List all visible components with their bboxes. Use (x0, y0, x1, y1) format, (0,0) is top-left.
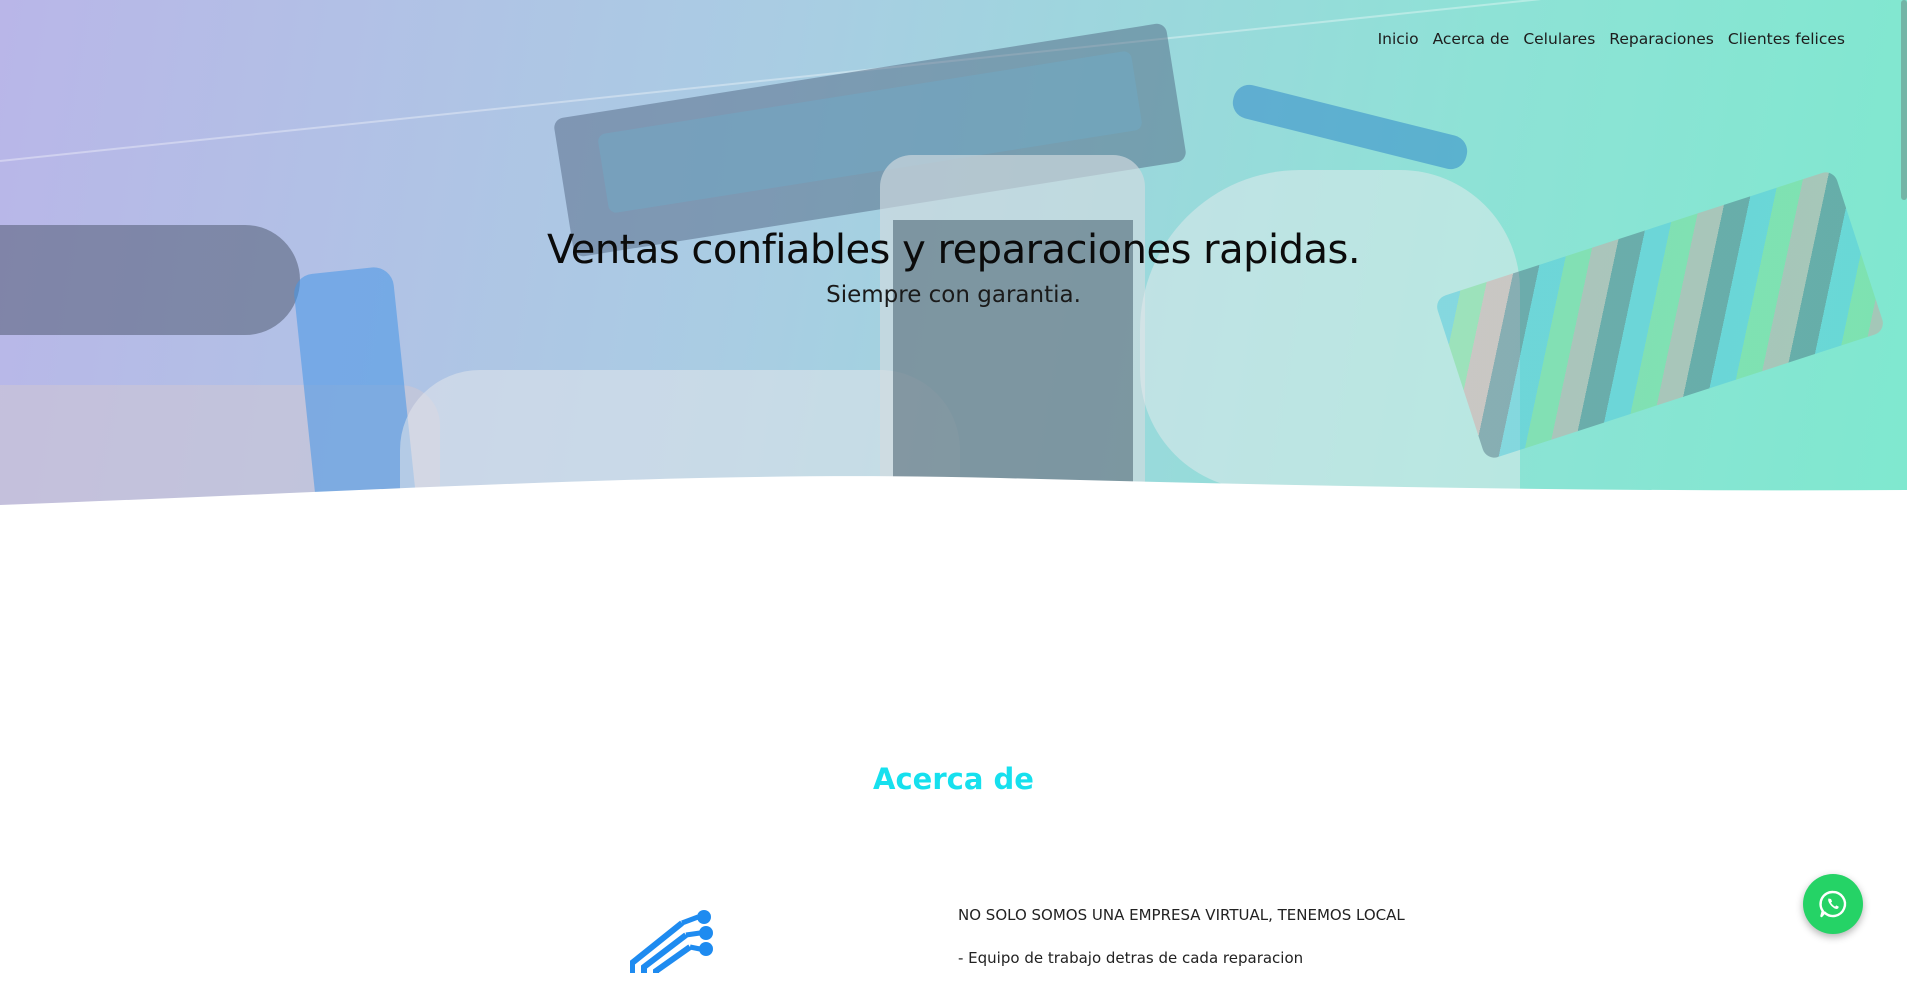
circuit-logo-icon (629, 905, 720, 974)
hero-subtitle: Siempre con garantia. (826, 282, 1081, 308)
nav-item-inicio[interactable]: Inicio (1378, 30, 1419, 48)
nav-item-acerca-de[interactable]: Acerca de (1433, 30, 1510, 48)
whatsapp-icon (1819, 890, 1847, 918)
about-section-title: Acerca de (873, 762, 1034, 796)
nav-item-celulares[interactable]: Celulares (1523, 30, 1595, 48)
page-scrollbar[interactable] (1901, 0, 1907, 200)
main-nav: Inicio Acerca de Celulares Reparaciones … (1378, 30, 1845, 48)
about-line-local: NO SOLO SOMOS UNA EMPRESA VIRTUAL, TENEM… (958, 906, 1405, 924)
nav-item-clientes-felices[interactable]: Clientes felices (1728, 30, 1845, 48)
nav-item-reparaciones[interactable]: Reparaciones (1609, 30, 1714, 48)
about-text-block: NO SOLO SOMOS UNA EMPRESA VIRTUAL, TENEM… (958, 906, 1405, 992)
hero-title: Ventas confiables y reparaciones rapidas… (546, 227, 1361, 273)
about-line-team: - Equipo de trabajo detras de cada repar… (958, 949, 1304, 967)
whatsapp-button[interactable] (1803, 874, 1863, 934)
